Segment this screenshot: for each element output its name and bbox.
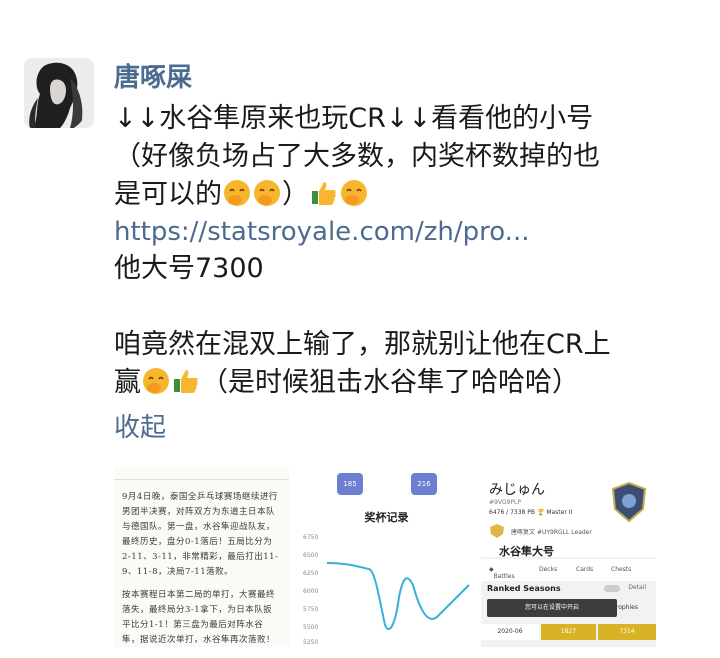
clan-info: 唐啄复文 #UY9RGLL Leader [511,529,592,536]
detail-toggle-label[interactable]: Detail [628,584,646,591]
image-grid: 9月4日晚，泰国全乒乓球赛场继续进行男团半决赛，对阵双方为东道主日本队与德国队。… [114,467,659,647]
profile-header: みじゅん #9VG9PLP 6476 / 7338 PB 🏆 Master II… [481,467,656,558]
article-paragraph: 9月4日晚，泰国全乒乓球赛场继续进行男团半决赛，对阵双方为东道主日本队与德国队。… [122,492,279,577]
article-screenshot-thumbnail[interactable]: 9月4日晚，泰国全乒乓球赛场继续进行男团半决赛，对阵双方为东道主日本队与德国队。… [114,467,289,647]
y-tick-label: 5500 [303,624,318,631]
y-tick-label: 6250 [303,570,318,577]
overlay-caption: 水谷隼大号 [499,545,554,558]
thumbs-up-icon [312,182,336,205]
post-line-text: ） [282,179,309,210]
detail-toggle[interactable] [604,585,620,592]
avatar-portrait-image [24,58,94,128]
season-row: 2020-06 1827 7314 [481,624,656,640]
post: 唐啄屎 ↓↓水谷隼原来也玩CR↓↓看看他的小号 （好像负场占了大多数，内奖杯数掉… [114,58,704,448]
player-profile-thumbnail[interactable]: みじゅん #9VG9PLP 6476 / 7338 PB 🏆 Master II… [481,467,656,647]
article-paragraph: 按本赛程日本第二局的单打，大赛最终落失，最终局分3-1拿下，为日本队扳平比分1-… [122,590,276,645]
player-name: みじゅん [489,482,545,498]
clan-badge-icon [490,524,504,538]
player-tag: #9VG9PLP [489,499,521,506]
trophy-line-chart: 6750 6500 6250 6000 5750 5500 5250 [303,534,470,646]
post-line: 咱竟然在混双上输了，那就别让他在CR上 [114,329,611,360]
season-cell: 7314 [598,624,656,640]
grinning-cover-face-icon [224,180,250,206]
post-line: 他大号7300 [114,253,264,284]
y-tick-label: 6500 [303,552,318,559]
post-body: ↓↓水谷隼原来也玩CR↓↓看看他的小号 （好像负场占了大多数，内奖杯数掉的也 是… [114,100,704,402]
trophies-column-label: Trophies [613,604,638,611]
profile-tab[interactable]: Cards [576,566,593,573]
article-header-bar [114,467,289,480]
post-line: 是可以的 ） [114,176,704,214]
avatar[interactable] [24,58,94,128]
grinning-cover-face-icon [254,180,280,206]
profile-tab[interactable]: Chests [611,566,631,573]
thumbs-up-icon [174,370,198,393]
player-trophies: 6476 / 7338 PB 🏆 Master II [489,509,573,516]
profile-tab[interactable]: ◆ Battles [489,566,515,580]
ranked-seasons-title: Ranked Seasons [487,584,561,593]
y-tick-label: 5750 [303,606,318,613]
grinning-cover-face-icon [341,180,367,206]
post-line: 赢 （是时候狙击水谷隼了哈哈哈） [114,364,704,402]
username[interactable]: 唐啄屎 [114,58,704,98]
season-cell: 2020-06 [481,624,539,640]
toast-message: 您可以在设置中开启 [487,599,617,617]
profile-tabs: ◆ Battles Decks Cards Chests [481,559,656,581]
post-line: ↓↓水谷隼原来也玩CR↓↓看看他的小号 [114,103,594,134]
collapse-link[interactable]: 收起 [114,408,704,448]
post-line-text: 是可以的 [114,179,222,210]
post-line-text: （是时候狙击水谷隼了哈哈哈） [201,367,579,398]
profile-tab[interactable]: Decks [539,566,557,573]
y-tick-label: 6000 [303,588,318,595]
post-link[interactable]: https://statsroyale.com/zh/pro... [114,214,704,250]
grinning-cover-face-icon [143,368,169,394]
y-tick-label: 5250 [303,639,318,646]
league-shield-icon [611,481,647,523]
y-tick-label: 6750 [303,534,318,541]
trophy-chart-thumbnail[interactable]: 185 216 奖杯记录 6750 6500 6250 6000 5750 55… [299,467,474,647]
season-cell: 1827 [541,624,596,640]
post-line: （好像负场占了大多数，内奖杯数掉的也 [114,141,600,172]
post-line-text: 赢 [114,367,141,398]
trophy-series-line [326,562,470,631]
